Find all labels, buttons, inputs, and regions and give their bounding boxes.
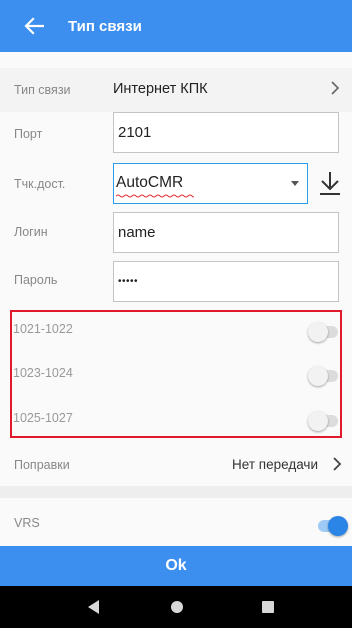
login-input[interactable]: name: [113, 212, 339, 253]
app-bar: Тип связи: [0, 0, 352, 52]
arrow-left-icon: [24, 17, 44, 35]
vrs-label: VRS: [14, 516, 40, 530]
toggle-label: 1025-1027: [13, 411, 73, 425]
nav-home-icon[interactable]: [171, 601, 183, 613]
port-label: Порт: [14, 127, 43, 141]
toggle-label: 1021-1022: [13, 322, 73, 336]
toggle-switch[interactable]: [308, 411, 338, 431]
toggle-switch[interactable]: [308, 322, 338, 342]
access-point-value: AutoCMR: [116, 174, 184, 191]
nav-back-icon[interactable]: [88, 600, 99, 614]
vrs-row: VRS: [0, 506, 352, 546]
section-divider: [0, 486, 352, 498]
spellcheck-underline: [116, 194, 194, 198]
access-point-select[interactable]: AutoCMR: [113, 163, 308, 204]
chevron-right-icon: [333, 457, 342, 471]
password-input[interactable]: •••••: [113, 261, 339, 302]
corrections-label: Поправки: [14, 458, 70, 472]
connection-type-value: Интернет КПК: [113, 81, 208, 97]
download-icon[interactable]: [316, 169, 344, 197]
connection-type-label: Тип связи: [14, 83, 71, 97]
access-point-label: Тчк.дост.: [14, 177, 66, 191]
toggle-knob: [328, 516, 348, 536]
corrections-row[interactable]: Поправки Нет передачи: [0, 446, 352, 486]
toggle-knob: [308, 322, 328, 342]
port-value: 2101: [118, 124, 152, 141]
port-input[interactable]: 2101: [113, 112, 339, 153]
corrections-value: Нет передачи: [232, 457, 318, 472]
nav-recents-icon[interactable]: [262, 601, 274, 613]
toggle-knob: [308, 411, 328, 431]
login-label: Логин: [14, 225, 48, 239]
vrs-toggle[interactable]: [318, 516, 348, 536]
toggle-row-1025-1027: 1025-1027: [0, 401, 352, 441]
back-button[interactable]: [10, 0, 58, 52]
password-value: •••••: [118, 276, 139, 287]
chevron-right-icon: [331, 81, 340, 95]
system-nav-bar: [0, 586, 352, 628]
toggle-switch[interactable]: [308, 366, 338, 386]
toggle-knob: [308, 366, 328, 386]
connection-type-row[interactable]: Тип связи Интернет КПК: [0, 68, 352, 112]
toggle-label: 1023-1024: [13, 366, 73, 380]
ok-button[interactable]: Ok: [0, 546, 352, 586]
caret-down-icon: [291, 181, 299, 186]
toggle-row-1021-1022: 1021-1022: [0, 312, 352, 352]
password-label: Пароль: [14, 273, 58, 287]
login-value: name: [118, 224, 156, 241]
toggle-row-1023-1024: 1023-1024: [0, 356, 352, 396]
page-title: Тип связи: [68, 17, 142, 35]
